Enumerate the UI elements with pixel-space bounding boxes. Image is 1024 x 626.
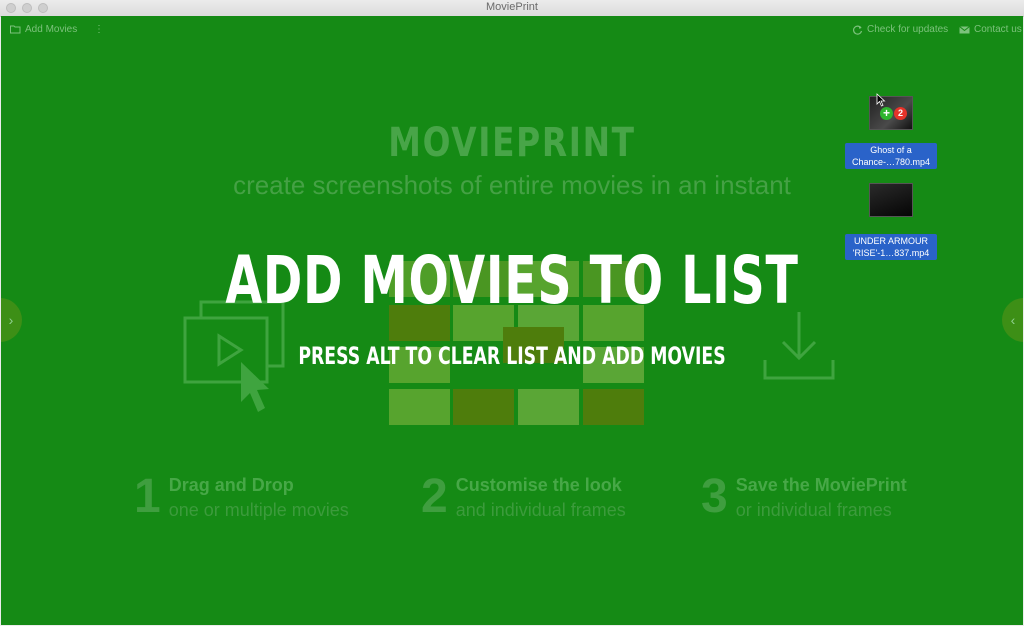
window-title: MoviePrint <box>486 1 538 13</box>
drop-overlay-subtitle: PRESS ALT TO CLEAR LIST AND ADD MOVIES <box>298 342 726 370</box>
contact-label: Contact us <box>974 24 1022 35</box>
drag-count-badge: 2 <box>894 107 907 120</box>
step-3: 3 Save the MoviePrint or individual fram… <box>701 471 907 523</box>
drop-overlay-title: ADD MOVIES TO LIST <box>225 242 799 319</box>
check-updates-button[interactable]: Check for updates <box>853 24 948 35</box>
right-panel-toggle[interactable]: ‹ <box>1002 298 1023 342</box>
more-options-button[interactable]: ⋮ <box>94 24 104 35</box>
folder-open-icon <box>10 25 21 34</box>
step-title: Save the MoviePrint <box>735 475 907 495</box>
step-number: 3 <box>701 470 728 523</box>
desktop-file-label[interactable]: UNDER ARMOUR 'RISE'-1…837.mp4 <box>845 234 937 260</box>
contact-button[interactable]: Contact us <box>959 24 1022 35</box>
step-description: or individual frames <box>735 500 892 520</box>
check-updates-label: Check for updates <box>867 24 949 35</box>
dragged-movie-thumbnail[interactable]: + 2 <box>869 93 913 130</box>
window-titlebar: MoviePrint <box>0 0 1024 17</box>
step-title: Customise the look <box>455 475 622 495</box>
step-1: 1 Drag and Drop one or multiple movies <box>134 471 349 523</box>
refresh-icon <box>853 25 863 35</box>
desktop-file-label[interactable]: Ghost of a Chance-…780.mp4 <box>845 143 937 169</box>
chevron-left-icon: ‹ <box>1010 312 1016 328</box>
add-plus-icon: + <box>880 107 893 120</box>
left-panel-toggle[interactable]: › <box>1 298 22 342</box>
app-main[interactable]: Add Movies ⋮ Check for updates Contact u… <box>1 16 1023 625</box>
step-number: 1 <box>134 470 161 523</box>
step-number: 2 <box>421 470 448 523</box>
cursor-arrow-icon <box>876 93 886 107</box>
step-2: 2 Customise the look and individual fram… <box>421 471 626 523</box>
add-movies-button[interactable]: Add Movies <box>10 24 77 35</box>
add-movies-label: Add Movies <box>25 24 78 35</box>
envelope-icon <box>959 25 970 33</box>
step-description: one or multiple movies <box>168 500 349 520</box>
brand-title: MOVIEPRINT <box>388 120 636 166</box>
more-vertical-icon: ⋮ <box>94 24 104 35</box>
chevron-right-icon: › <box>8 312 14 328</box>
step-title: Drag and Drop <box>168 475 294 495</box>
step-description: and individual frames <box>455 500 626 520</box>
dragged-movie-thumbnail[interactable] <box>869 183 913 217</box>
